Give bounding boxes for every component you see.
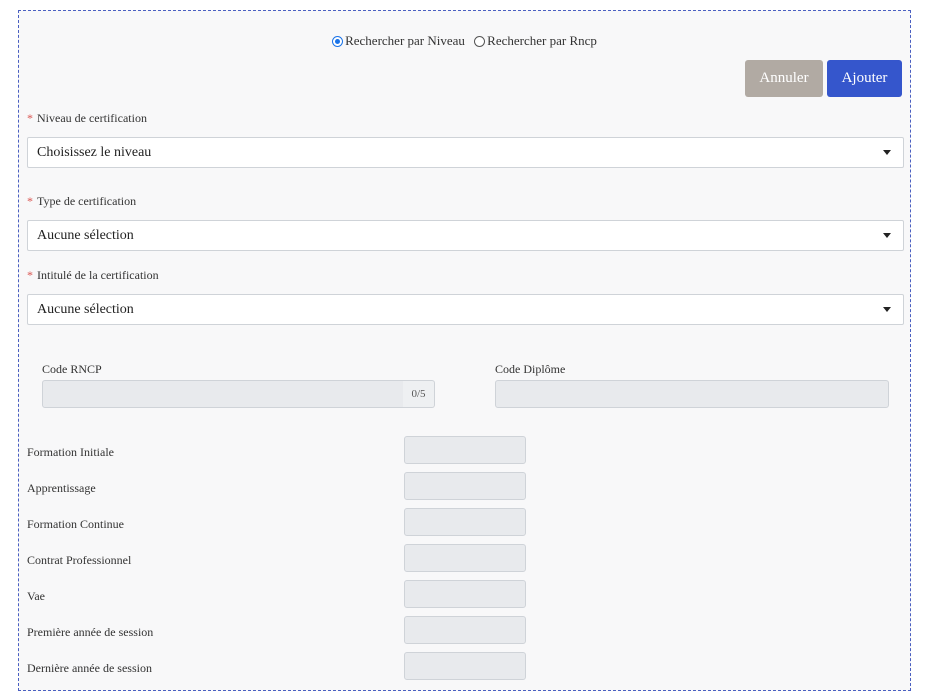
niveau-label: Niveau de certification bbox=[37, 111, 147, 125]
code-diplome-input[interactable] bbox=[495, 380, 889, 408]
required-marker: * bbox=[27, 194, 33, 208]
search-mode-group: Rechercher par Niveau Rechercher par Rnc… bbox=[19, 33, 910, 51]
form-panel: Rechercher par Niveau Rechercher par Rnc… bbox=[18, 10, 911, 691]
cancel-button[interactable]: Annuler bbox=[745, 60, 823, 97]
radio-rncp[interactable] bbox=[474, 35, 486, 47]
radio-niveau-label: Rechercher par Niveau bbox=[345, 33, 465, 48]
contrat-professionnel-label: Contrat Professionnel bbox=[27, 553, 132, 567]
apprentissage-label: Apprentissage bbox=[27, 481, 96, 495]
caret-down-icon bbox=[883, 307, 891, 312]
apprentissage-input[interactable] bbox=[404, 472, 526, 500]
derniere-annee-label: Dernière année de session bbox=[27, 661, 152, 675]
vae-input[interactable] bbox=[404, 580, 526, 608]
type-select-value: Aucune sélection bbox=[37, 227, 134, 243]
niveau-select-value: Choisissez le niveau bbox=[37, 144, 152, 160]
niveau-label-wrap: * Niveau de certification bbox=[27, 111, 147, 126]
code-rncp-counter: 0/5 bbox=[403, 380, 435, 408]
vae-label: Vae bbox=[27, 589, 45, 603]
derniere-annee-input[interactable] bbox=[404, 652, 526, 680]
add-button[interactable]: Ajouter bbox=[827, 60, 902, 97]
required-marker: * bbox=[27, 111, 33, 125]
radio-rncp-label: Rechercher par Rncp bbox=[487, 33, 597, 48]
type-label: Type de certification bbox=[37, 194, 137, 208]
intitule-label: Intitulé de la certification bbox=[37, 268, 159, 282]
intitule-select-value: Aucune sélection bbox=[37, 301, 134, 317]
code-diplome-label: Code Diplôme bbox=[495, 362, 566, 376]
caret-down-icon bbox=[883, 233, 891, 238]
niveau-select[interactable]: Choisissez le niveau bbox=[27, 137, 904, 168]
code-rncp-label: Code RNCP bbox=[42, 362, 102, 376]
radio-option-rncp[interactable]: Rechercher par Rncp bbox=[474, 33, 597, 49]
premiere-annee-label: Première année de session bbox=[27, 625, 154, 639]
formation-initiale-input[interactable] bbox=[404, 436, 526, 464]
caret-down-icon bbox=[883, 150, 891, 155]
radio-option-niveau[interactable]: Rechercher par Niveau bbox=[332, 33, 465, 49]
contrat-professionnel-input[interactable] bbox=[404, 544, 526, 572]
formation-initiale-label: Formation Initiale bbox=[27, 445, 114, 459]
type-select[interactable]: Aucune sélection bbox=[27, 220, 904, 251]
intitule-label-wrap: * Intitulé de la certification bbox=[27, 268, 159, 283]
code-rncp-input[interactable] bbox=[42, 380, 404, 408]
type-label-wrap: * Type de certification bbox=[27, 194, 136, 209]
radio-niveau[interactable] bbox=[332, 35, 344, 47]
premiere-annee-input[interactable] bbox=[404, 616, 526, 644]
formation-continue-label: Formation Continue bbox=[27, 517, 124, 531]
intitule-select[interactable]: Aucune sélection bbox=[27, 294, 904, 325]
formation-continue-input[interactable] bbox=[404, 508, 526, 536]
required-marker: * bbox=[27, 268, 33, 282]
